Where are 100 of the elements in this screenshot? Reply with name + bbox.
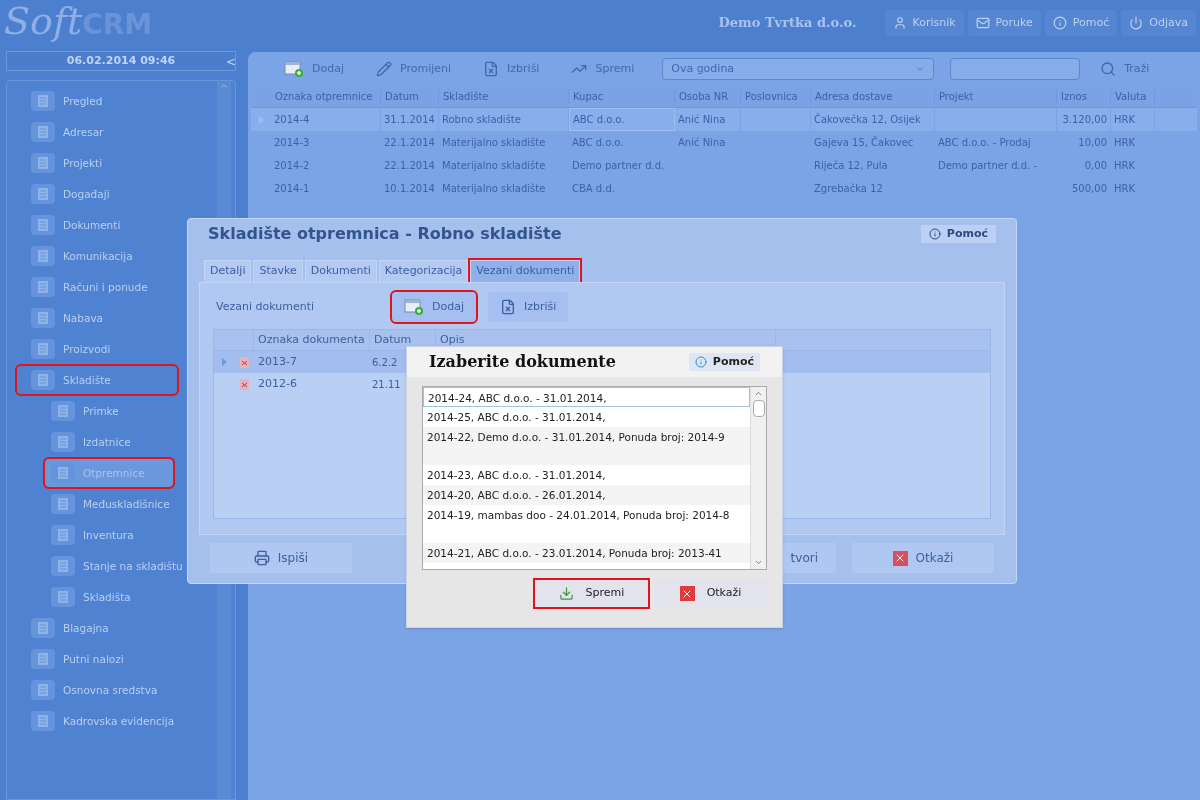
dialog-title: Izaberite dokumente [429, 351, 617, 373]
sidebar-item[interactable]: Projekti [17, 149, 177, 177]
sidebar-item[interactable]: Događaji [17, 180, 177, 208]
help-button[interactable]: Pomoć [688, 353, 760, 371]
table-cell-text: 10,00 [1078, 136, 1107, 150]
sidebar-item[interactable]: Osnovna sredstva [17, 676, 177, 704]
caret-icon [915, 64, 926, 74]
column-header[interactable]: Adresa dostave [811, 89, 935, 104]
column-header[interactable]: Oznaka dokumenta [254, 330, 370, 350]
list-item[interactable]: 2014-24, ABC d.o.o. - 31.01.2014, [423, 387, 750, 407]
sidebar-item[interactable]: Skladišta [45, 583, 173, 611]
add-window-icon [284, 60, 304, 78]
sidebar-item[interactable]: Pregled [17, 87, 177, 115]
dialog-button[interactable]: Otkaži [852, 543, 994, 573]
logo-text: CRM [82, 9, 153, 41]
sidebar-item[interactable]: Međuskladišnice [45, 490, 178, 518]
sidebar-item[interactable]: Nabava [17, 304, 177, 332]
table-row[interactable]: 2014-2 22.1.2014 Materijalno skladište Demo partner d.d. Riječa 12, Pula Demo partner d.d. - 0,00 HRK [251, 154, 1197, 177]
tab[interactable]: Vezani dokumenti [470, 260, 581, 282]
save-icon [558, 586, 574, 601]
sidebar-item[interactable]: Inventura [45, 521, 173, 549]
sidebar-item[interactable]: Otpremnice [45, 459, 173, 487]
table-row[interactable]: 2014-1 10.1.2014 Materijalno skladište CBA d.d. Zgrebačka 12 500,00 HRK [251, 177, 1197, 200]
header-button[interactable]: Odjava [1121, 10, 1196, 36]
table-cell-text: 31.1.2014 [384, 113, 435, 127]
power-icon [1129, 16, 1144, 30]
sidebar-item[interactable]: Kadrovska evidencija [17, 707, 183, 735]
column-header[interactable]: Datum [381, 89, 439, 104]
toolbar-button[interactable]: Izbriši [488, 292, 569, 322]
toolbar-button[interactable]: Spremi [559, 56, 647, 82]
header-button[interactable]: Poruke [967, 10, 1041, 36]
list-item[interactable]: 2014-22, Demo d.o.o. - 31.01.2014, Ponuda broj: 2014-9 [423, 427, 750, 465]
page-icon [31, 184, 55, 204]
table-cell-text: ABC d.o.o. [573, 113, 625, 127]
sidebar-item[interactable]: Stanje na skladištu [45, 552, 191, 580]
sidebar-item[interactable]: Komunikacija [17, 242, 177, 270]
company-name: Demo Tvrtka d.o.o. [718, 14, 857, 33]
toolbar-button[interactable]: Izbriši [471, 56, 552, 82]
dialog-button[interactable]: Spremi [535, 580, 648, 607]
help-button[interactable]: Pomoć [920, 225, 996, 243]
column-header[interactable]: Poslovnica [741, 89, 811, 104]
toolbar-button[interactable]: Traži [1088, 56, 1162, 82]
file-delete-icon [500, 299, 516, 315]
tab[interactable]: Kategorizacija [378, 260, 469, 282]
scroll-thumb[interactable] [752, 400, 765, 417]
column-header[interactable]: Skladište [439, 89, 569, 104]
page-icon [31, 370, 55, 390]
table-cell-text: 22.1.2014 [384, 136, 435, 150]
table-cell-text: HRK [1114, 113, 1136, 127]
table-cell-text: CBA d.d. [572, 182, 615, 196]
table-cell-text: HRK [1114, 182, 1136, 196]
add-window-icon [404, 298, 424, 316]
header-button[interactable]: Pomoć [1044, 10, 1118, 36]
table-row[interactable]: 2014-3 22.1.2014 Materijalno skladište ABC d.o.o. Anić Nina Gajeva 15, Čakovec ABC d.o.o. - Prodaj 10,00 HRK [251, 131, 1197, 154]
table-row[interactable]: 2014-4 31.1.2014 Robno skladište ABC d.o.o. Anić Nina Čakovečka 12, Osijek 3.120,00 HRK [251, 108, 1197, 131]
table-cell-text: Riječa 12, Pula [814, 159, 888, 173]
table-cell-text: Demo partner d.d. - [938, 159, 1038, 173]
sidebar-item[interactable]: Izdatnice [45, 428, 173, 456]
list-item[interactable]: 2014-20, ABC d.o.o. - 26.01.2014, [423, 485, 750, 505]
table-cell-text: 500,00 [1072, 182, 1107, 196]
page-icon [31, 246, 55, 266]
sidebar-item[interactable]: Putni nalozi [17, 645, 177, 673]
header-button[interactable]: Korisnik [884, 10, 964, 36]
period-dropdown[interactable]: Ova godina [662, 58, 935, 80]
sidebar-item[interactable]: Adresar [17, 118, 177, 146]
table-cell-text: Robno skladište [442, 113, 521, 127]
close-icon [892, 550, 908, 566]
scroll-up-icon[interactable] [219, 81, 229, 91]
tab[interactable]: Dokumenti [304, 260, 377, 282]
dialog-button[interactable]: Ispiši [210, 543, 352, 573]
sidebar-item[interactable]: Blagajna [17, 614, 177, 642]
tab[interactable]: Stavke [253, 260, 303, 282]
column-header[interactable]: Osoba NR [675, 89, 741, 104]
page-icon [31, 308, 55, 328]
page-icon [31, 618, 55, 638]
toolbar-button[interactable]: Promijeni [364, 56, 464, 82]
column-header[interactable]: Kupac [569, 89, 675, 104]
column-header[interactable]: Projekt [935, 89, 1057, 104]
table-cell-text: 2014-4 [274, 113, 310, 127]
table-cell-text: 6.2.2 [371, 355, 399, 370]
scroll-down-icon[interactable] [754, 558, 763, 567]
sidebar-item[interactable]: Dokumenti [17, 211, 177, 239]
toolbar-button[interactable]: Dodaj [392, 292, 476, 322]
collapse-button[interactable]: < [226, 53, 237, 71]
sidebar-item[interactable]: Proizvodi [17, 335, 177, 363]
column-header[interactable]: Valuta [1111, 89, 1155, 104]
printer-icon [253, 550, 270, 566]
column-header[interactable]: Iznos [1057, 89, 1111, 104]
sidebar-item[interactable]: Skladište [17, 366, 177, 394]
scroll-up-icon[interactable] [754, 389, 763, 398]
column-header[interactable]: Oznaka otpremnice [271, 89, 381, 104]
logo-text: Soft [4, 0, 83, 43]
search-field[interactable] [950, 58, 1081, 80]
sidebar-item[interactable]: Primke [45, 397, 173, 425]
toolbar-button[interactable]: Dodaj [272, 56, 356, 82]
table-cell-text: 3.120,00 [1062, 113, 1107, 127]
sidebar-item[interactable]: Računi i ponude [17, 273, 177, 301]
dialog-button[interactable]: Otkaži [654, 580, 767, 607]
list-item[interactable]: 2014-21, ABC d.o.o. - 23.01.2014, Ponuda broj: 2013-41 [423, 543, 750, 563]
tab[interactable]: Detalji [204, 260, 252, 282]
